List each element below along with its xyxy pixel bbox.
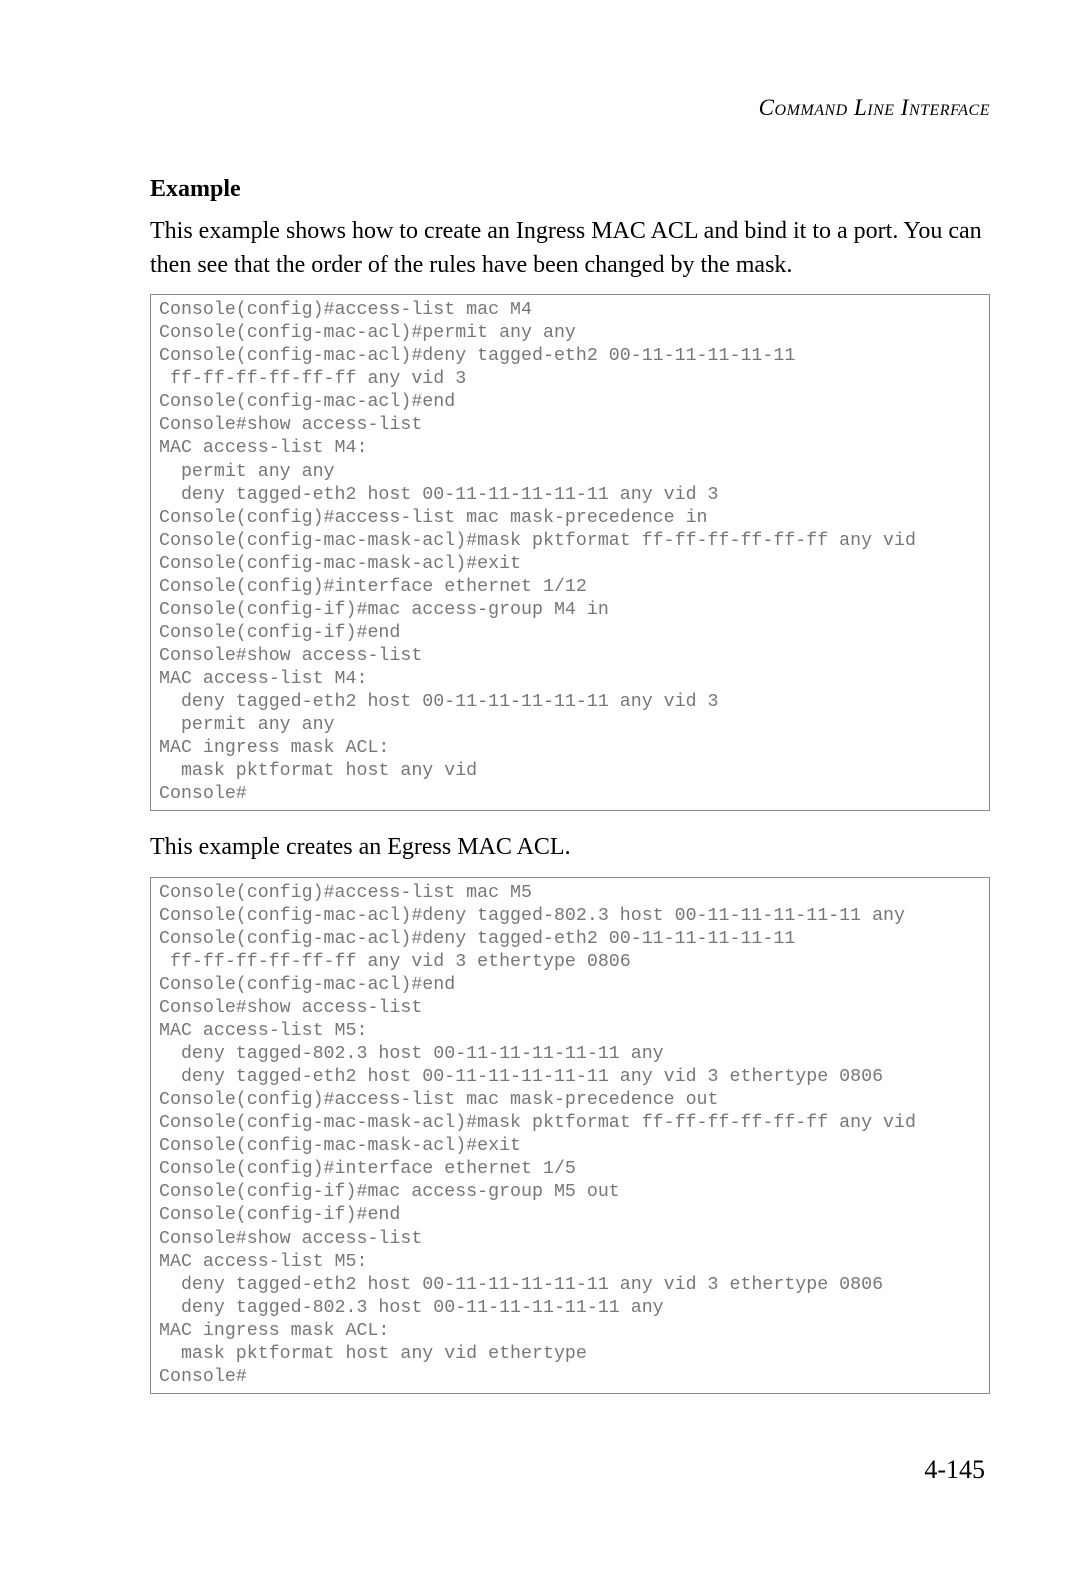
page-number: 4-145 [924, 1455, 985, 1485]
section-heading: Example [150, 176, 990, 203]
running-header: Command Line Interface [150, 95, 990, 121]
body-paragraph-2: This example creates an Egress MAC ACL. [150, 831, 990, 865]
console-block-1: Console(config)#access-list mac M4 Conso… [150, 294, 990, 811]
page-content: Command Line Interface Example This exam… [0, 0, 1080, 1454]
body-paragraph-1: This example shows how to create an Ingr… [150, 215, 990, 282]
console-block-2: Console(config)#access-list mac M5 Conso… [150, 877, 990, 1394]
